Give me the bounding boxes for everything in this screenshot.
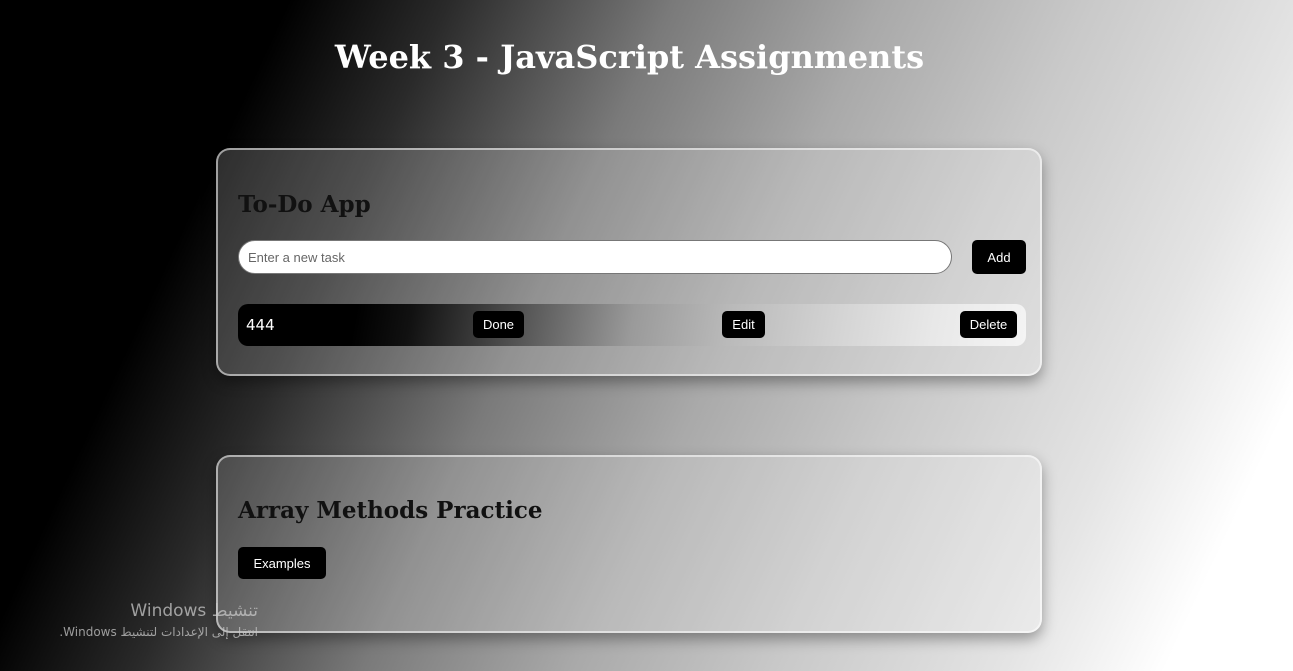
array-methods-card: Array Methods Practice Examples (216, 455, 1042, 633)
task-edit-button[interactable]: Edit (722, 311, 765, 338)
add-task-button[interactable]: Add (972, 240, 1026, 274)
watermark-subtitle: انتقل إلى الإعدادات لتنشيط Windows. (59, 625, 258, 639)
task-delete-button[interactable]: Delete (960, 311, 1017, 338)
task-text: 444 (246, 316, 275, 334)
task-row: 444 Done Edit Delete (238, 304, 1026, 346)
new-task-input[interactable] (238, 240, 952, 274)
todo-app-title: To-Do App (238, 191, 371, 218)
array-methods-title: Array Methods Practice (238, 497, 543, 524)
examples-button[interactable]: Examples (238, 547, 326, 579)
task-done-button[interactable]: Done (473, 311, 524, 338)
watermark-title: تنشيط Windows (130, 601, 258, 621)
page-title: Week 3 - JavaScript Assignments (334, 38, 925, 76)
windows-activation-watermark: تنشيط Windows انتقل إلى الإعدادات لتنشيط… (20, 600, 258, 642)
todo-app-card: To-Do App Add 444 Done Edit Delete (216, 148, 1042, 376)
